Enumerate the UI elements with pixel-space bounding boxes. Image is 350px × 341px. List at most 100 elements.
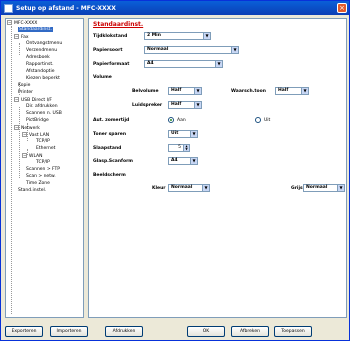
tree-item-label: Scannen > FTP — [26, 167, 61, 172]
zomertijd-uit-radio[interactable]: Uit — [255, 117, 270, 123]
waarschtoon-label: Waarsch.toon — [231, 89, 266, 94]
collapse-icon[interactable]: − — [7, 20, 12, 25]
tree-item-scannen-usb[interactable]: Scannen n. USB — [26, 111, 62, 117]
tree-item-label: Kopie — [18, 83, 31, 88]
tree-item-label: Printer — [18, 90, 33, 95]
luidspreker-label: Luidspreker — [132, 103, 163, 108]
zomertijd-aan-radio[interactable]: Aan — [168, 117, 186, 123]
glasplaat-label: Glasp.Scanform — [93, 159, 133, 164]
kleur-select[interactable]: Normaal ▼ — [168, 184, 210, 192]
kleur-label: Kleur — [152, 186, 166, 191]
chevron-down-icon: ▼ — [202, 185, 209, 191]
close-icon[interactable]: × — [337, 3, 347, 13]
tree-connector — [19, 43, 20, 55]
collapse-icon[interactable]: − — [22, 153, 27, 158]
tree-item-pictbridge[interactable]: PictBridge — [26, 118, 49, 124]
papiersoort-select[interactable]: Normaal ▼ — [144, 46, 239, 54]
tree-item-fax[interactable]: − Fax — [14, 34, 29, 41]
chevron-down-icon: ▼ — [215, 61, 222, 67]
app-icon — [4, 3, 13, 13]
chevron-down-icon: ▼ — [194, 88, 201, 94]
tree-item-label: Fax — [21, 35, 29, 40]
papierformaat-label: Papierformaat — [93, 62, 130, 67]
tree-item-label: Verzendmenu — [26, 48, 58, 53]
tijdklokstand-label: Tijdklokstand — [93, 34, 128, 39]
tree-item-verzendmenu[interactable]: Verzendmenu — [26, 48, 57, 54]
tree-item-tcpip-wlan[interactable]: TCP/IP — [36, 160, 50, 166]
tree-item-label: Dir. afdrukken — [26, 104, 58, 109]
tree-item-netwerk[interactable]: − Netwerk — [14, 125, 40, 132]
tree-item-kiezen-beperkt[interactable]: Kiezen beperkt — [26, 76, 60, 82]
collapse-icon[interactable]: − — [22, 132, 27, 137]
belvolume-select[interactable]: Half ▼ — [168, 87, 202, 95]
tree-item-label: Ethernet — [36, 146, 56, 151]
chevron-down-icon: ▼ — [301, 88, 308, 94]
tree-item-standaardinst[interactable]: Standaardinst. — [18, 27, 53, 33]
tree-item-label: Vast LAN — [29, 133, 50, 138]
tree-item-vast-lan[interactable]: − Vast LAN — [22, 132, 49, 139]
tree-item-stand-instel[interactable]: Stand.instel. — [18, 188, 46, 194]
settings-tree[interactable]: − MFC-XXXX Standaardinst. − Fax Ontvangstm… — [5, 18, 84, 318]
window-title: Setup op afstand - MFC-XXXX — [16, 4, 116, 12]
grijs-label: Grijs — [291, 186, 303, 191]
print-button[interactable]: Afdrukken — [105, 326, 143, 337]
tree-item-label: Afstandoptie — [26, 69, 55, 74]
export-button[interactable]: Exporteren — [5, 326, 43, 337]
cancel-button[interactable]: Afbreken — [231, 326, 269, 337]
tree-item-wlan[interactable]: − WLAN — [22, 153, 43, 160]
grijs-select[interactable]: Normaal ▼ — [303, 184, 345, 192]
aut-zomertijd-label: Aut. zomertijd — [93, 118, 130, 123]
tree-item-label: TCP/IP — [36, 160, 50, 165]
setup-window: Setup op afstand - MFC-XXXX × − MFC-XXXX … — [0, 0, 350, 341]
tree-item-device[interactable]: − MFC-XXXX — [7, 20, 37, 27]
tree-item-label: Time Zone — [26, 181, 50, 186]
papierformaat-select[interactable]: A4 ▼ — [144, 60, 223, 68]
tree-connector — [19, 107, 20, 178]
tree-item-rapportinst[interactable]: Rapportinst. — [26, 62, 54, 68]
tree-item-label: TCP/IP — [36, 139, 50, 144]
volume-label: Volume — [93, 75, 112, 80]
slaapstand-stepper[interactable]: 5 ▲ ▼ — [168, 144, 190, 152]
import-button[interactable]: Importeren — [50, 326, 88, 337]
tree-item-label: Rapportinst. — [26, 62, 54, 67]
collapse-icon[interactable]: − — [14, 34, 19, 39]
ok-button[interactable]: OK — [187, 326, 225, 337]
tree-item-scannen-ftp[interactable]: Scannen > FTP — [26, 167, 60, 173]
chevron-down-icon: ▼ — [194, 102, 201, 108]
luidspreker-select[interactable]: Half ▼ — [168, 101, 202, 109]
radio-unselected-icon — [255, 117, 261, 123]
tree-item-afstandoptie[interactable]: Afstandoptie — [26, 69, 54, 75]
tree-item-label: USB Direct I/F — [21, 98, 53, 103]
tree-item-label: Adresboek — [26, 55, 50, 60]
tree-item-printer[interactable]: Printer — [18, 90, 33, 96]
waarschtoon-select[interactable]: Half ▼ — [275, 87, 309, 95]
tree-item-ethernet[interactable]: Ethernet — [36, 146, 55, 152]
title-bar: Setup op afstand - MFC-XXXX × — [1, 1, 349, 15]
slaapstand-label: Slaapstand — [93, 146, 122, 151]
tree-item-ontvangstmenu[interactable]: Ontvangstmenu — [26, 41, 62, 47]
tree-item-tcpip-lan[interactable]: TCP/IP — [36, 139, 50, 145]
toner-sparen-select[interactable]: Uit ▼ — [168, 130, 198, 138]
tree-item-time-zone[interactable]: Time Zone — [26, 181, 50, 187]
glasplaat-select[interactable]: A4 ▼ — [168, 157, 198, 165]
stepper-arrows-icon[interactable]: ▲ ▼ — [183, 145, 189, 151]
tree-item-label: MFC-XXXX — [14, 21, 38, 26]
belvolume-label: Belvolume — [132, 89, 159, 94]
tree-item-label: WLAN — [29, 154, 43, 159]
collapse-icon[interactable]: − — [14, 97, 19, 102]
tree-item-label: Netwerk — [21, 126, 40, 131]
chevron-down-icon: ▼ — [203, 33, 210, 39]
beeldscherm-label: Beeldscherm — [93, 173, 126, 178]
chevron-down-icon: ▼ — [231, 47, 238, 53]
tree-item-usb-direct[interactable]: − USB Direct I/F — [14, 97, 52, 104]
tree-item-scan-netw[interactable]: Scan > netw. — [26, 174, 56, 180]
tree-item-adresboek[interactable]: Adresboek — [26, 55, 50, 61]
apply-button[interactable]: Toepassen — [274, 326, 312, 337]
tijdklokstand-select[interactable]: 2 Min ▼ — [144, 32, 211, 40]
toner-sparen-label: Toner sparen — [93, 132, 127, 137]
collapse-icon[interactable]: − — [14, 125, 19, 130]
tree-item-kopie[interactable]: Kopie — [18, 83, 30, 89]
papiersoort-label: Papiersoort — [93, 48, 123, 53]
chevron-down-icon: ▼ — [190, 158, 197, 164]
tree-item-dir-afdrukken[interactable]: Dir. afdrukken — [26, 104, 58, 110]
